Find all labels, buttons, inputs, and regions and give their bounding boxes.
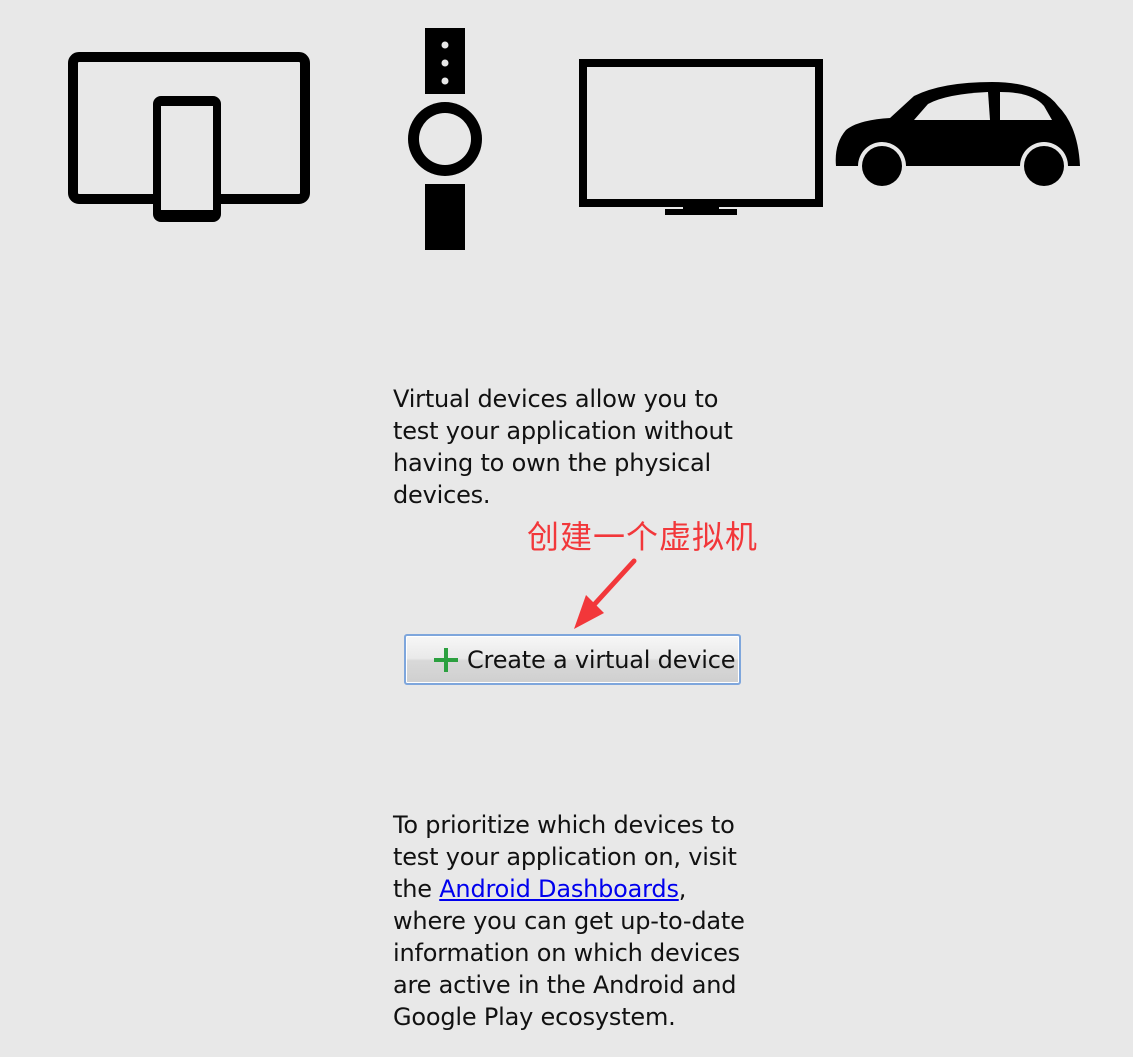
dashboards-info-text: To prioritize which devices to test your… [393,809,753,1033]
car-icon [835,82,1080,190]
plus-icon [433,647,459,673]
annotation-arrow-icon [574,558,637,629]
television-icon [579,59,823,215]
smartwatch-icon [408,28,482,250]
create-virtual-device-button[interactable]: Create a virtual device [404,634,741,685]
create-virtual-device-label: Create a virtual device [467,645,736,674]
annotation-label: 创建一个虚拟机 [527,518,759,556]
intro-text: Virtual devices allow you to test your a… [393,385,733,509]
tablet-phone-icon [68,52,310,222]
android-dashboards-link[interactable]: Android Dashboards [439,875,679,903]
